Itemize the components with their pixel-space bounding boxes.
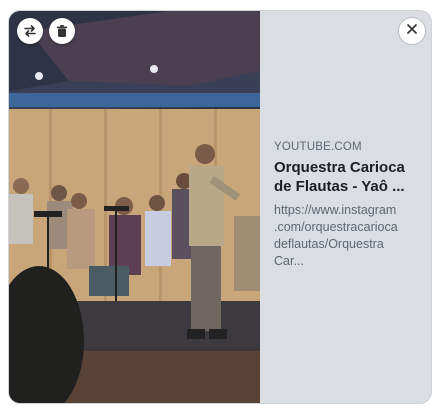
trash-icon [55, 24, 69, 38]
link-description-line: .com/orquestracarioca [274, 220, 398, 234]
link-title-line: Orquestra Carioca [274, 159, 405, 176]
link-title-line: de Flautas - Yaô ... [274, 178, 405, 195]
close-icon [405, 22, 419, 41]
orchestra-photo [9, 11, 260, 403]
link-description: https://www.instagram .com/orquestracari… [274, 202, 424, 270]
link-description-line: https://www.instagram [274, 203, 397, 217]
swap-button[interactable] [17, 18, 43, 44]
link-description-line: Car... [274, 254, 304, 268]
link-domain: YOUTUBE.COM [274, 141, 362, 153]
delete-button[interactable] [49, 18, 75, 44]
link-info[interactable]: YOUTUBE.COM Orquestra Carioca de Flautas… [274, 141, 424, 270]
link-preview-card[interactable]: YOUTUBE.COM Orquestra Carioca de Flautas… [8, 10, 432, 404]
swap-arrows-icon [23, 24, 37, 38]
video-thumbnail[interactable] [9, 11, 260, 403]
link-title: Orquestra Carioca de Flautas - Yaô ... [274, 158, 424, 196]
link-description-line: deflautas/Orquestra [274, 237, 384, 251]
close-button[interactable] [398, 17, 426, 45]
